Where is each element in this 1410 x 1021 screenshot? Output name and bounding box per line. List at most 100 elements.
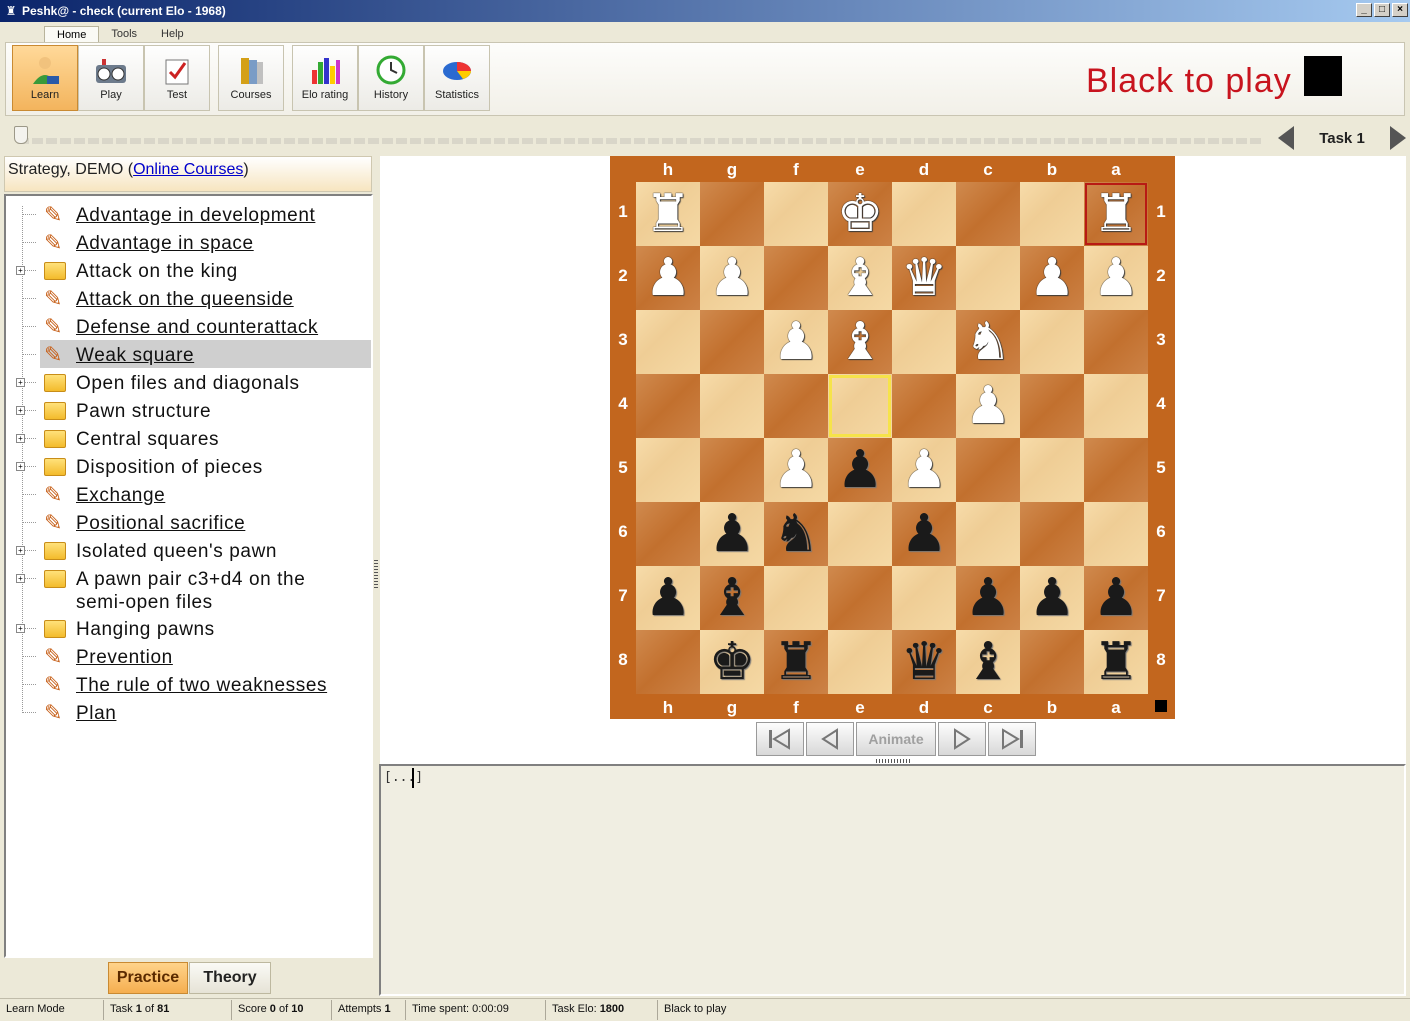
square-h6[interactable]: [636, 502, 700, 566]
white-piece-a2[interactable]: ♟: [1084, 246, 1148, 310]
square-b4[interactable]: [1020, 374, 1084, 438]
white-piece-h1[interactable]: ♜: [636, 182, 700, 246]
square-g4[interactable]: [700, 374, 764, 438]
courses-button[interactable]: Courses: [218, 45, 284, 111]
square-g1[interactable]: [700, 182, 764, 246]
tree-item-lesson[interactable]: ✎ Attack on the queenside: [22, 284, 371, 312]
tree-item-folder[interactable]: + Isolated queen's pawn: [16, 536, 371, 564]
square-a5[interactable]: [1084, 438, 1148, 502]
expand-icon[interactable]: +: [16, 574, 25, 583]
square-f7[interactable]: [764, 566, 828, 630]
animate-button[interactable]: Animate: [856, 722, 936, 756]
elo-rating-button[interactable]: Elo rating: [292, 45, 358, 111]
first-move-button[interactable]: [756, 722, 804, 756]
square-h5[interactable]: [636, 438, 700, 502]
history-button[interactable]: History: [358, 45, 424, 111]
white-piece-c4[interactable]: ♟: [956, 374, 1020, 438]
slider-thumb[interactable]: [14, 126, 28, 144]
square-a4[interactable]: [1084, 374, 1148, 438]
black-piece-c8[interactable]: ♝: [956, 630, 1020, 694]
previous-task-icon[interactable]: [1278, 126, 1294, 150]
tree-item-folder[interactable]: + Attack on the king: [16, 256, 371, 284]
white-piece-e1[interactable]: ♚: [828, 182, 892, 246]
tree-item-folder[interactable]: + Central squares: [16, 424, 371, 452]
tree-item-lesson[interactable]: ✎ Positional sacrifice: [22, 508, 371, 536]
square-d4[interactable]: [892, 374, 956, 438]
white-piece-f3[interactable]: ♟: [764, 310, 828, 374]
white-piece-f5[interactable]: ♟: [764, 438, 828, 502]
statistics-button[interactable]: Statistics: [424, 45, 490, 111]
tree-item-lesson[interactable]: ✎ Plan: [22, 698, 371, 726]
square-e7[interactable]: [828, 566, 892, 630]
square-c1[interactable]: [956, 182, 1020, 246]
square-f4[interactable]: [764, 374, 828, 438]
square-f2[interactable]: [764, 246, 828, 310]
square-b5[interactable]: [1020, 438, 1084, 502]
black-piece-d8[interactable]: ♛: [892, 630, 956, 694]
white-piece-a1[interactable]: ♜: [1084, 182, 1148, 246]
square-b8[interactable]: [1020, 630, 1084, 694]
black-piece-d6[interactable]: ♟: [892, 502, 956, 566]
next-task-icon[interactable]: [1390, 126, 1406, 150]
minimize-button[interactable]: _: [1356, 3, 1372, 17]
expand-icon[interactable]: +: [16, 434, 25, 443]
square-h3[interactable]: [636, 310, 700, 374]
white-piece-e3[interactable]: ♝: [828, 310, 892, 374]
tree-item-lesson[interactable]: ✎ Weak square: [22, 340, 371, 368]
square-g3[interactable]: [700, 310, 764, 374]
tab-tools[interactable]: Tools: [99, 26, 149, 43]
square-e6[interactable]: [828, 502, 892, 566]
square-g5[interactable]: [700, 438, 764, 502]
expand-icon[interactable]: +: [16, 378, 25, 387]
square-b3[interactable]: [1020, 310, 1084, 374]
commentary-pane[interactable]: [...]: [379, 764, 1406, 996]
online-courses-link[interactable]: Online Courses: [133, 161, 243, 178]
black-piece-f8[interactable]: ♜: [764, 630, 828, 694]
vertical-splitter[interactable]: [374, 560, 378, 590]
tree-item-folder[interactable]: + Hanging pawns: [16, 614, 371, 642]
white-piece-c3[interactable]: ♞: [956, 310, 1020, 374]
black-piece-e5[interactable]: ♟: [828, 438, 892, 502]
black-piece-a8[interactable]: ♜: [1084, 630, 1148, 694]
square-a6[interactable]: [1084, 502, 1148, 566]
tree-item-lesson[interactable]: ✎ Advantage in development: [22, 200, 371, 228]
black-piece-c7[interactable]: ♟: [956, 566, 1020, 630]
tree-item-lesson[interactable]: ✎ Exchange: [22, 480, 371, 508]
square-d3[interactable]: [892, 310, 956, 374]
tree-item-lesson[interactable]: ✎ Prevention: [22, 642, 371, 670]
black-piece-g6[interactable]: ♟: [700, 502, 764, 566]
square-d7[interactable]: [892, 566, 956, 630]
square-c5[interactable]: [956, 438, 1020, 502]
tree-item-lesson[interactable]: ✎ Advantage in space: [22, 228, 371, 256]
close-button[interactable]: ×: [1392, 3, 1408, 17]
tree-item-folder[interactable]: + Disposition of pieces: [16, 452, 371, 480]
square-e8[interactable]: [828, 630, 892, 694]
theory-tab[interactable]: Theory: [189, 962, 271, 994]
tree-item-folder[interactable]: + Open files and diagonals: [16, 368, 371, 396]
last-move-button[interactable]: [988, 722, 1036, 756]
play-button[interactable]: Play: [78, 45, 144, 111]
tree-item-lesson[interactable]: ✎ Defense and counterattack: [22, 312, 371, 340]
tab-help[interactable]: Help: [149, 26, 196, 43]
black-piece-f6[interactable]: ♞: [764, 502, 828, 566]
expand-icon[interactable]: +: [16, 546, 25, 555]
white-piece-e2[interactable]: ♝: [828, 246, 892, 310]
expand-icon[interactable]: +: [16, 462, 25, 471]
square-a3[interactable]: [1084, 310, 1148, 374]
chess-board[interactable]: h h g g f f e e d d c c b b a a 1 1 2 2 3 3 4 4 5 5 6 6 7 7 8 8 ♜ ♚ ♜ ♟ ♟ ♝ ♛ ♟…: [610, 156, 1175, 719]
next-move-button[interactable]: [938, 722, 986, 756]
lesson-tree[interactable]: ✎ Advantage in development ✎ Advantage in s…: [4, 194, 373, 958]
white-piece-d5[interactable]: ♟: [892, 438, 956, 502]
learn-button[interactable]: Learn: [12, 45, 78, 111]
black-piece-a7[interactable]: ♟: [1084, 566, 1148, 630]
white-piece-h2[interactable]: ♟: [636, 246, 700, 310]
square-b6[interactable]: [1020, 502, 1084, 566]
square-f1[interactable]: [764, 182, 828, 246]
black-piece-b7[interactable]: ♟: [1020, 566, 1084, 630]
square-d1[interactable]: [892, 182, 956, 246]
black-piece-g7[interactable]: ♝: [700, 566, 764, 630]
tree-item-folder[interactable]: + A pawn pair c3+d4 on the semi-open files: [16, 564, 371, 614]
tree-item-lesson[interactable]: ✎ The rule of two weaknesses: [22, 670, 371, 698]
square-h8[interactable]: [636, 630, 700, 694]
task-slider[interactable]: [12, 126, 1262, 146]
